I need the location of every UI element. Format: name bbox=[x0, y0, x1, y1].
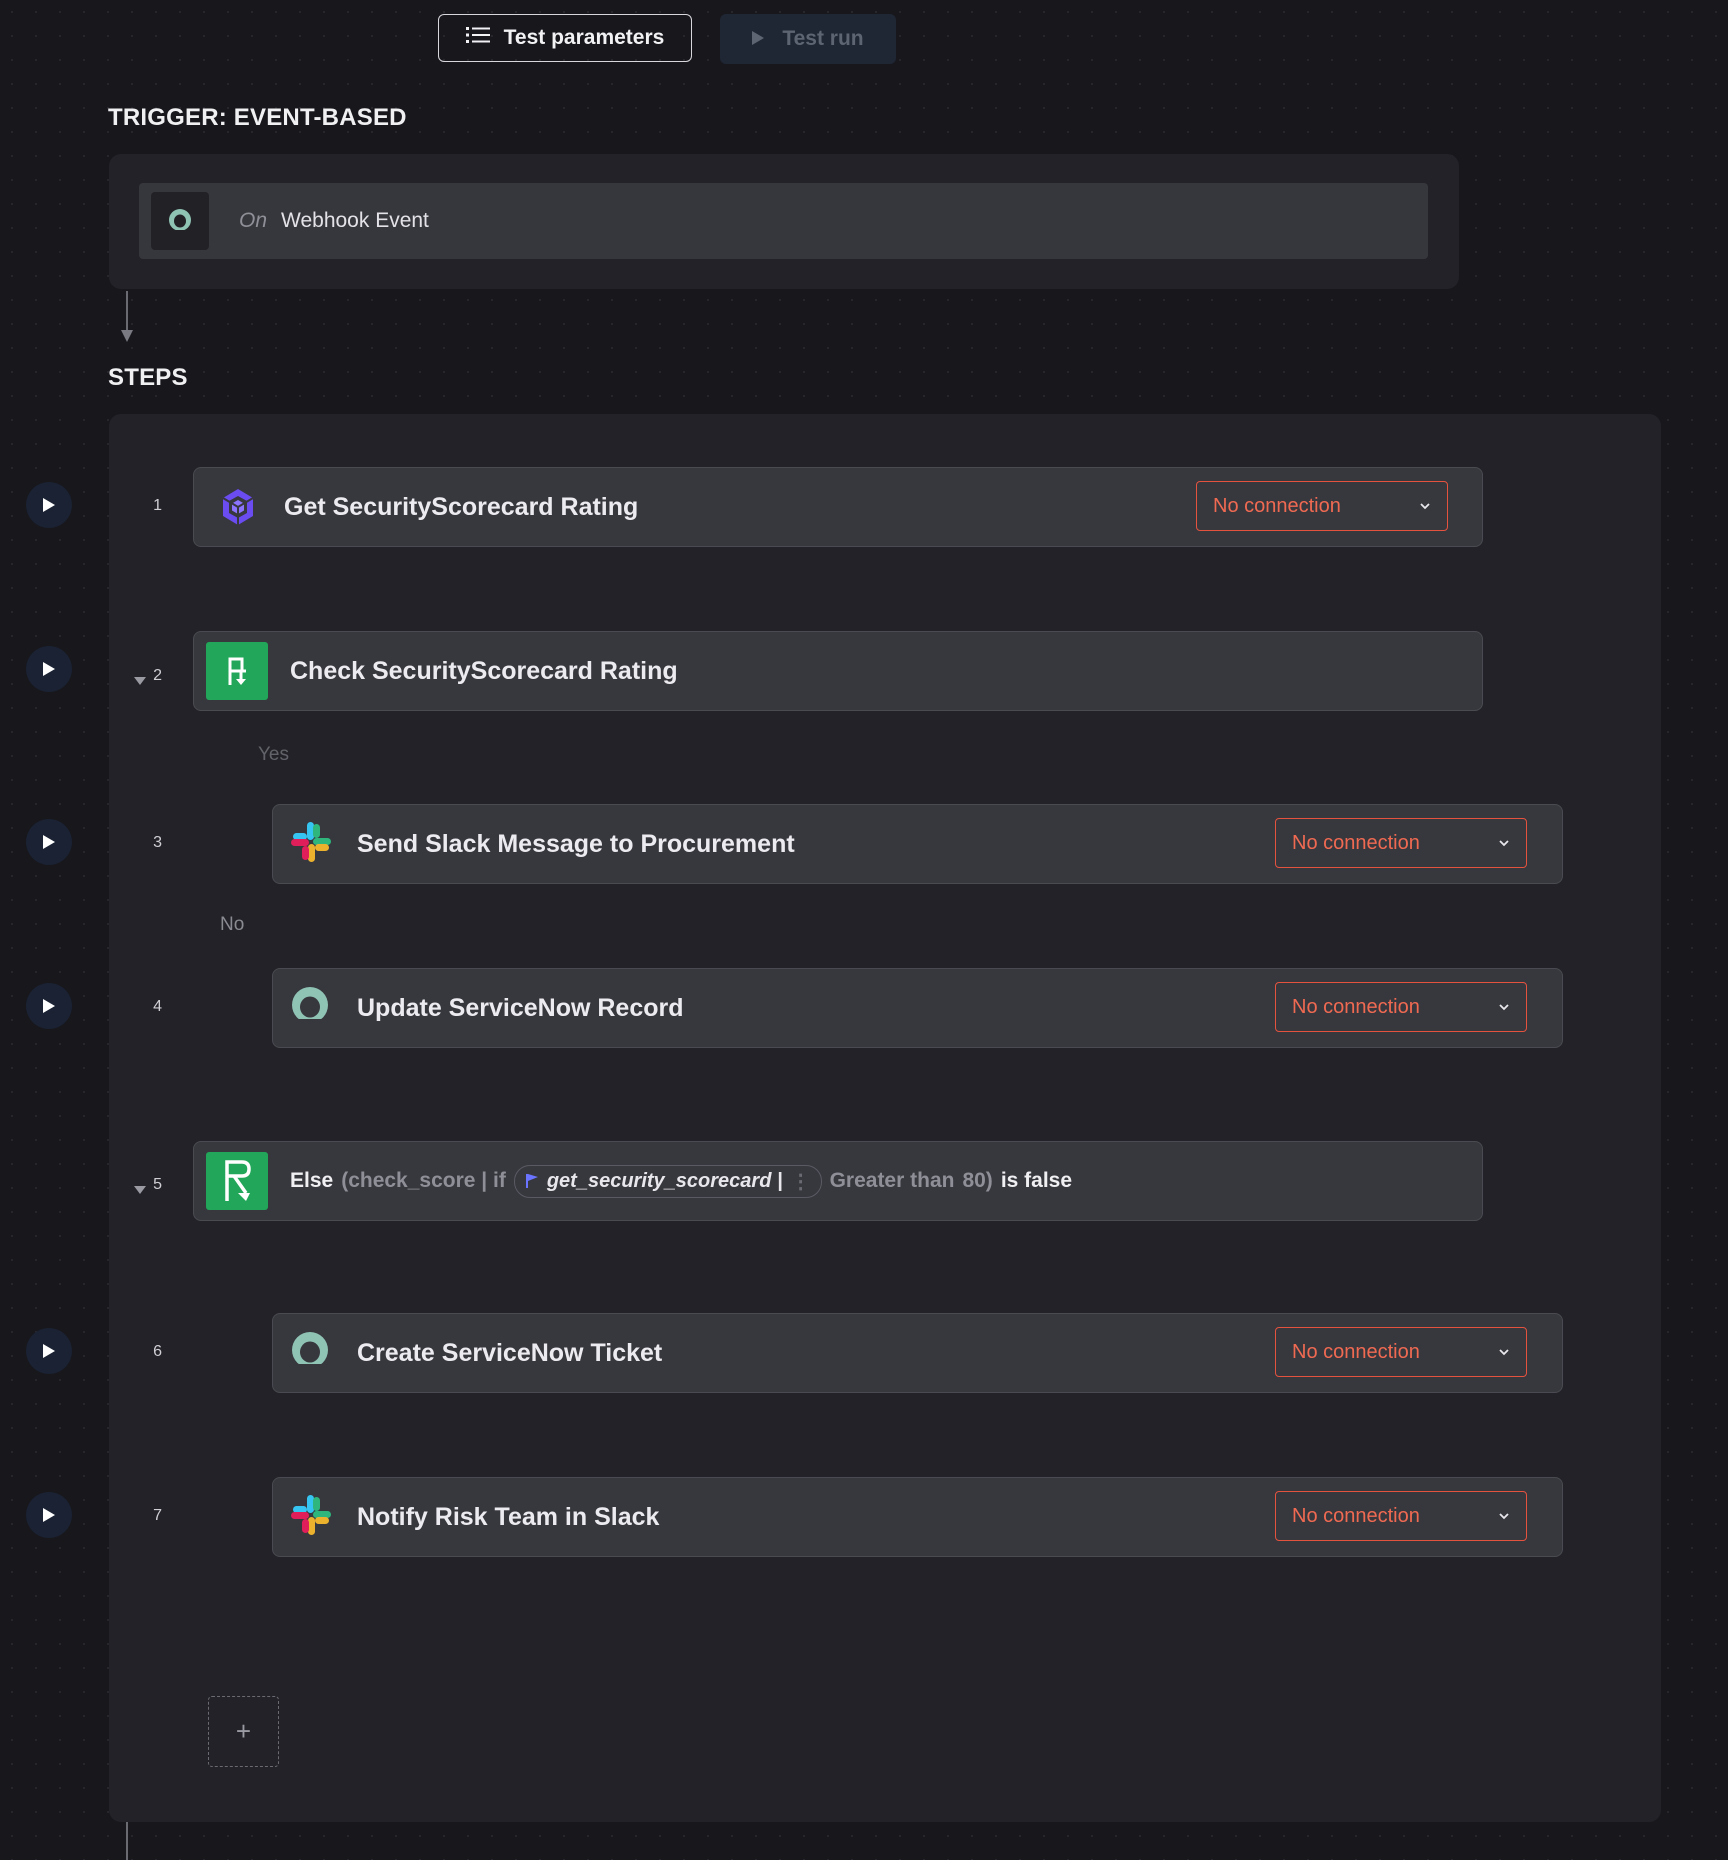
step-6-card[interactable]: Create ServiceNow Ticket No connection bbox=[272, 1313, 1563, 1393]
step-1-connection-select[interactable]: No connection bbox=[1196, 481, 1448, 531]
chevron-down-icon bbox=[1499, 1349, 1509, 1356]
variable-pill-label: get_security_scorecard | bbox=[546, 1169, 783, 1192]
step-7-title: Notify Risk Team in Slack bbox=[357, 1502, 660, 1531]
add-step-button[interactable]: + bbox=[208, 1696, 279, 1767]
branch-icon bbox=[206, 1152, 268, 1210]
play-icon bbox=[43, 498, 55, 512]
variable-pill[interactable]: get_security_scorecard | ⋮ bbox=[513, 1164, 822, 1198]
chevron-down-icon bbox=[1499, 840, 1509, 847]
step-2-card[interactable]: Check SecurityScorecard Rating bbox=[193, 631, 1483, 711]
branch-icon bbox=[206, 642, 268, 700]
condition-prefix: (check_score | if bbox=[341, 1169, 506, 1192]
chevron-down-icon bbox=[1499, 1513, 1509, 1520]
step-3-connection-select[interactable]: No connection bbox=[1275, 818, 1527, 868]
flag-icon bbox=[525, 1174, 538, 1188]
step-number: 1 bbox=[153, 497, 162, 514]
condition-value: 80) bbox=[962, 1169, 993, 1192]
connection-value: No connection bbox=[1292, 1504, 1420, 1527]
trigger-on-label: On bbox=[239, 209, 268, 232]
test-run-label: Test run bbox=[782, 27, 864, 50]
trigger-row[interactable]: On Webhook Event bbox=[139, 183, 1428, 259]
step-number: 4 bbox=[153, 998, 162, 1015]
test-parameters-label: Test parameters bbox=[503, 26, 665, 49]
play-icon bbox=[43, 835, 55, 849]
play-icon bbox=[43, 1508, 55, 1522]
condition-suffix: is false bbox=[1000, 1169, 1073, 1192]
run-step-3-button[interactable] bbox=[26, 819, 72, 865]
step-4-title: Update ServiceNow Record bbox=[357, 993, 684, 1022]
step-1-card[interactable]: Get SecurityScorecard Rating No connecti… bbox=[193, 467, 1483, 547]
play-icon bbox=[752, 27, 765, 51]
condition-operator: Greater than bbox=[829, 1169, 955, 1192]
test-parameters-button[interactable]: Test parameters bbox=[438, 14, 692, 62]
chevron-down-icon bbox=[1420, 503, 1430, 510]
step-number: 2 bbox=[153, 667, 162, 684]
step-1-title: Get SecurityScorecard Rating bbox=[284, 492, 639, 521]
step-number: 6 bbox=[153, 1343, 162, 1360]
step-7-card[interactable]: Notify Risk Team in Slack No connection bbox=[272, 1477, 1563, 1557]
connection-value: No connection bbox=[1292, 831, 1420, 854]
run-step-6-button[interactable] bbox=[26, 1328, 72, 1374]
step-number: 7 bbox=[153, 1507, 162, 1524]
run-step-1-button[interactable] bbox=[26, 482, 72, 528]
step-3-card[interactable]: Send Slack Message to Procurement No con… bbox=[272, 804, 1563, 884]
list-icon bbox=[465, 25, 490, 51]
step-6-connection-select[interactable]: No connection bbox=[1275, 1327, 1527, 1377]
play-icon bbox=[43, 1344, 55, 1358]
pill-menu-icon: ⋮ bbox=[790, 1170, 811, 1193]
slack-icon bbox=[289, 820, 333, 869]
servicenow-icon bbox=[151, 192, 209, 250]
branch-yes-label: Yes bbox=[258, 744, 289, 765]
slack-icon bbox=[289, 1493, 333, 1542]
else-label: Else bbox=[290, 1169, 334, 1192]
step-3-title: Send Slack Message to Procurement bbox=[357, 829, 795, 858]
play-icon bbox=[43, 999, 55, 1013]
servicenow-icon bbox=[289, 986, 331, 1031]
chevron-down-icon bbox=[1499, 1004, 1509, 1011]
step-2-title: Check SecurityScorecard Rating bbox=[290, 656, 678, 685]
trigger-event-label: Webhook Event bbox=[281, 209, 429, 232]
step-7-connection-select[interactable]: No connection bbox=[1275, 1491, 1527, 1541]
test-run-button[interactable]: Test run bbox=[720, 14, 896, 64]
step-number: 3 bbox=[153, 834, 162, 851]
connection-value: No connection bbox=[1292, 1340, 1420, 1363]
trigger-section-title: TRIGGER: EVENT-BASED bbox=[108, 104, 407, 131]
steps-panel bbox=[109, 414, 1661, 1822]
run-step-2-button[interactable] bbox=[26, 646, 72, 692]
run-step-4-button[interactable] bbox=[26, 983, 72, 1029]
run-step-7-button[interactable] bbox=[26, 1492, 72, 1538]
connection-value: No connection bbox=[1292, 995, 1420, 1018]
step-number: 5 bbox=[153, 1176, 162, 1193]
play-icon bbox=[43, 662, 55, 676]
securityscorecard-icon bbox=[214, 487, 262, 527]
branch-no-label: No bbox=[220, 914, 245, 935]
connection-value: No connection bbox=[1213, 494, 1341, 517]
step-4-connection-select[interactable]: No connection bbox=[1275, 982, 1527, 1032]
step-5-card[interactable]: Else (check_score | if get_security_scor… bbox=[193, 1141, 1483, 1221]
servicenow-icon bbox=[289, 1331, 331, 1376]
step-4-card[interactable]: Update ServiceNow Record No connection bbox=[272, 968, 1563, 1048]
step-6-title: Create ServiceNow Ticket bbox=[357, 1338, 663, 1367]
steps-section-title: STEPS bbox=[108, 364, 188, 391]
plus-icon: + bbox=[235, 1716, 252, 1746]
